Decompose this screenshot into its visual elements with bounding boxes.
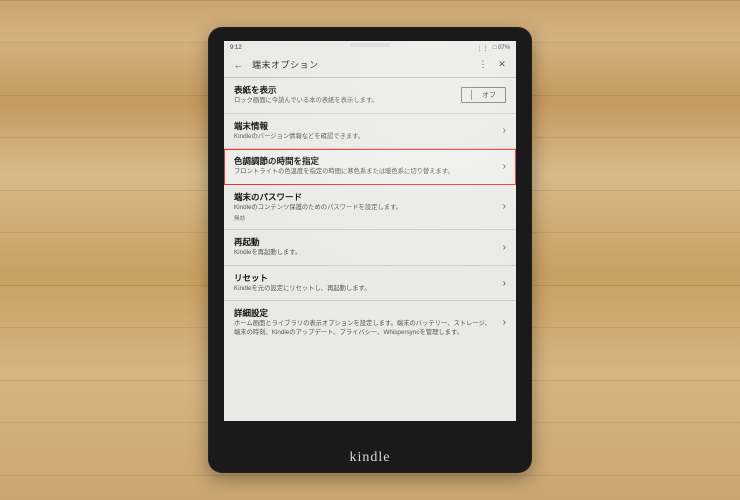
- screen: 9:12 ⋮⋮ □ 07% ← 端末オプション ⋮ ✕ 表紙を表示 ロック画面に…: [224, 41, 516, 421]
- brand-logo: kindle: [208, 450, 532, 466]
- chevron-right-icon: ›: [503, 278, 506, 289]
- row-show-cover[interactable]: 表紙を表示 ロック画面に今読んでいる本の表紙を表示します。 オフ: [224, 78, 516, 114]
- chevron-right-icon: ›: [503, 317, 506, 328]
- row-desc: Kindleを元の設定にリセットし、再起動します。: [234, 285, 497, 294]
- row-title: 色調調節の時間を指定: [234, 156, 497, 167]
- header: ← 端末オプション ⋮ ✕: [224, 55, 516, 78]
- row-warm-light-schedule[interactable]: 色調調節の時間を指定 フロントライトの色温度を指定の時間に寒色系または暖色系に切…: [224, 149, 516, 185]
- status-time: 9:12: [230, 45, 242, 51]
- row-title: 表紙を表示: [234, 85, 455, 96]
- row-reset[interactable]: リセット Kindleを元の設定にリセットし、再起動します。 ›: [224, 266, 516, 302]
- notch: [350, 43, 390, 47]
- row-desc: フロントライトの色温度を指定の時間に寒色系または暖色系に切り替えます。: [234, 168, 497, 177]
- row-title: 詳細設定: [234, 308, 497, 319]
- row-desc: ホーム画面とライブラリの表示オプションを設定します。端末のバッテリー、ストレージ…: [234, 320, 497, 337]
- row-sub: 無効: [234, 214, 497, 222]
- more-icon[interactable]: ⋮: [478, 59, 490, 70]
- status-battery: □ 07%: [493, 45, 510, 51]
- wifi-icon: ⋮⋮: [477, 45, 489, 52]
- row-desc: ロック画面に今読んでいる本の表紙を表示します。: [234, 97, 455, 106]
- settings-list: 表紙を表示 ロック画面に今読んでいる本の表紙を表示します。 オフ 端末情報 Ki…: [224, 78, 516, 421]
- kindle-device-frame: 9:12 ⋮⋮ □ 07% ← 端末オプション ⋮ ✕ 表紙を表示 ロック画面に…: [208, 27, 532, 473]
- chevron-right-icon: ›: [503, 125, 506, 136]
- back-icon[interactable]: ←: [232, 60, 244, 70]
- row-device-info[interactable]: 端末情報 Kindleのバージョン情報などを確認できます。 ›: [224, 114, 516, 150]
- row-desc: Kindleのコンテンツ保護のためのパスワードを設定します。: [234, 204, 497, 213]
- row-desc: Kindleを再起動します。: [234, 249, 497, 258]
- toggle-off[interactable]: オフ: [461, 87, 506, 103]
- page-title: 端末オプション: [244, 58, 478, 71]
- row-desc: Kindleのバージョン情報などを確認できます。: [234, 133, 497, 142]
- chevron-right-icon: ›: [503, 201, 506, 212]
- close-icon[interactable]: ✕: [496, 59, 508, 70]
- chevron-right-icon: ›: [503, 242, 506, 253]
- row-title: 再起動: [234, 237, 497, 248]
- row-device-password[interactable]: 端末のパスワード Kindleのコンテンツ保護のためのパスワードを設定します。 …: [224, 185, 516, 231]
- row-title: 端末のパスワード: [234, 192, 497, 203]
- row-advanced[interactable]: 詳細設定 ホーム画面とライブラリの表示オプションを設定します。端末のバッテリー、…: [224, 301, 516, 344]
- row-restart[interactable]: 再起動 Kindleを再起動します。 ›: [224, 230, 516, 266]
- chevron-right-icon: ›: [503, 161, 506, 172]
- row-title: 端末情報: [234, 121, 497, 132]
- row-title: リセット: [234, 273, 497, 284]
